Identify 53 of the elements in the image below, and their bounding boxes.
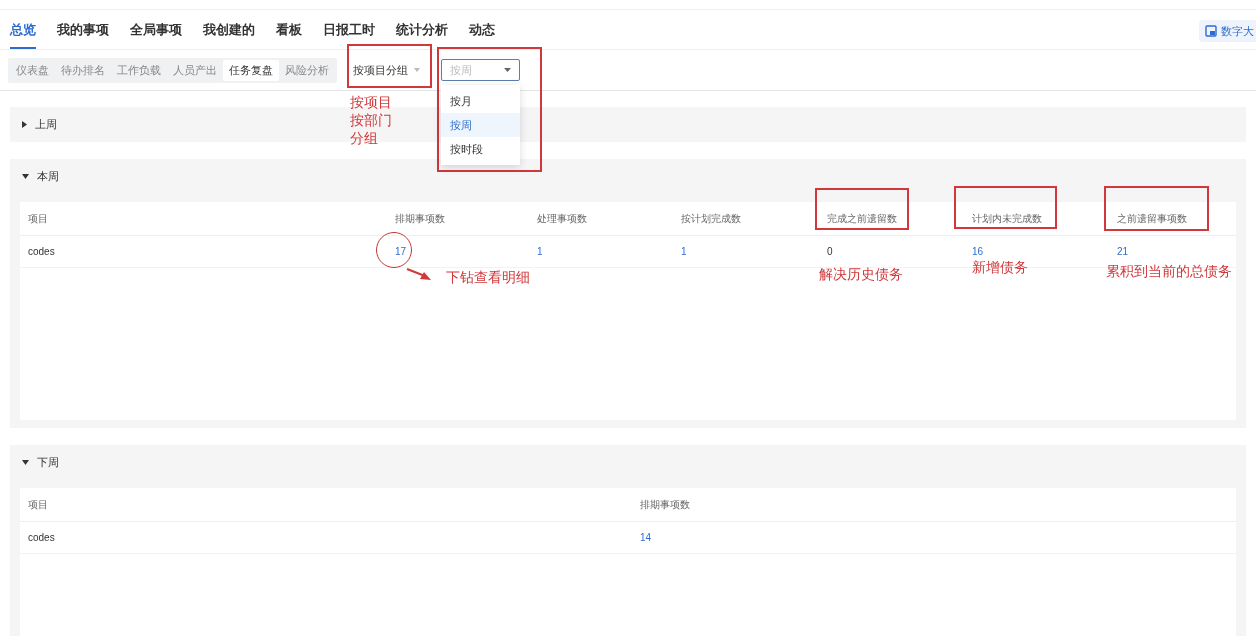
count-link[interactable]: 1 [537, 244, 543, 259]
count-link[interactable]: 1 [681, 244, 687, 259]
table-cell-text: codes [28, 245, 55, 259]
annotation-text: 按项目 [350, 93, 392, 112]
count-link[interactable]: 14 [640, 530, 652, 545]
nav-tab[interactable]: 总览 [10, 19, 36, 49]
annotation-text: 累积到当前的总债务 [1106, 262, 1232, 281]
expanded-caret-icon [22, 174, 29, 179]
nav-tab[interactable]: 我的事项 [57, 19, 109, 49]
nav-tab[interactable]: 全局事项 [130, 19, 182, 49]
nav-tab[interactable]: 我创建的 [203, 19, 255, 49]
dropdown-option[interactable]: 按时段 [441, 137, 520, 161]
count-link[interactable]: 21 [1117, 244, 1129, 259]
dropdown-option[interactable]: 按周 [441, 113, 520, 137]
screen-icon [1205, 25, 1217, 37]
column-header: 排期事项数 [395, 212, 446, 226]
section-header[interactable]: 本周 [10, 159, 59, 194]
collapsed-caret-icon [22, 121, 27, 128]
annotation-text: 解决历史债务 [819, 265, 903, 284]
nav-tab[interactable]: 看板 [276, 19, 302, 49]
column-header: 按计划完成数 [681, 212, 742, 226]
section-header[interactable]: 下周 [10, 445, 59, 480]
segment-tab[interactable]: 仪表盘 [10, 59, 55, 81]
count-link[interactable]: 17 [395, 244, 407, 259]
annotation-text: 按部门 [350, 111, 392, 130]
dropdown-option[interactable]: 按月 [441, 89, 520, 113]
annotation-text: 新增债务 [972, 258, 1028, 277]
segment-tab[interactable]: 人员产出 [167, 59, 223, 81]
segment-tab[interactable]: 待办排名 [55, 59, 111, 81]
column-header: 项目 [28, 212, 49, 226]
segment-tab[interactable]: 工作负载 [111, 59, 167, 81]
table-cell-text: codes [28, 531, 55, 545]
annotation-arrow [406, 268, 432, 281]
column-header: 完成之前遗留数 [827, 212, 898, 226]
column-header: 之前遗留事项数 [1117, 212, 1188, 226]
section-header[interactable]: 上周 [10, 107, 57, 142]
table-cell-text: 0 [827, 245, 833, 259]
column-header: 排期事项数 [640, 498, 691, 512]
column-header: 项目 [28, 498, 49, 512]
annotation-text: 下钻查看明细 [446, 268, 530, 287]
expanded-caret-icon [22, 460, 29, 465]
segment-tab[interactable]: 任务复盘 [223, 59, 279, 81]
segment-tab[interactable]: 风险分析 [279, 59, 335, 81]
annotation-text: 分组 [350, 129, 378, 148]
nav-tab[interactable]: 统计分析 [396, 19, 448, 49]
caret-icon [414, 68, 420, 72]
column-header: 计划内未完成数 [972, 212, 1043, 226]
caret-icon [504, 68, 511, 72]
nav-tab[interactable]: 日报工时 [323, 19, 375, 49]
screen-button[interactable]: 数字大 [1199, 20, 1256, 42]
count-link[interactable]: 16 [972, 244, 984, 259]
nav-tab[interactable]: 动态 [469, 19, 495, 49]
column-header: 处理事项数 [537, 212, 588, 226]
